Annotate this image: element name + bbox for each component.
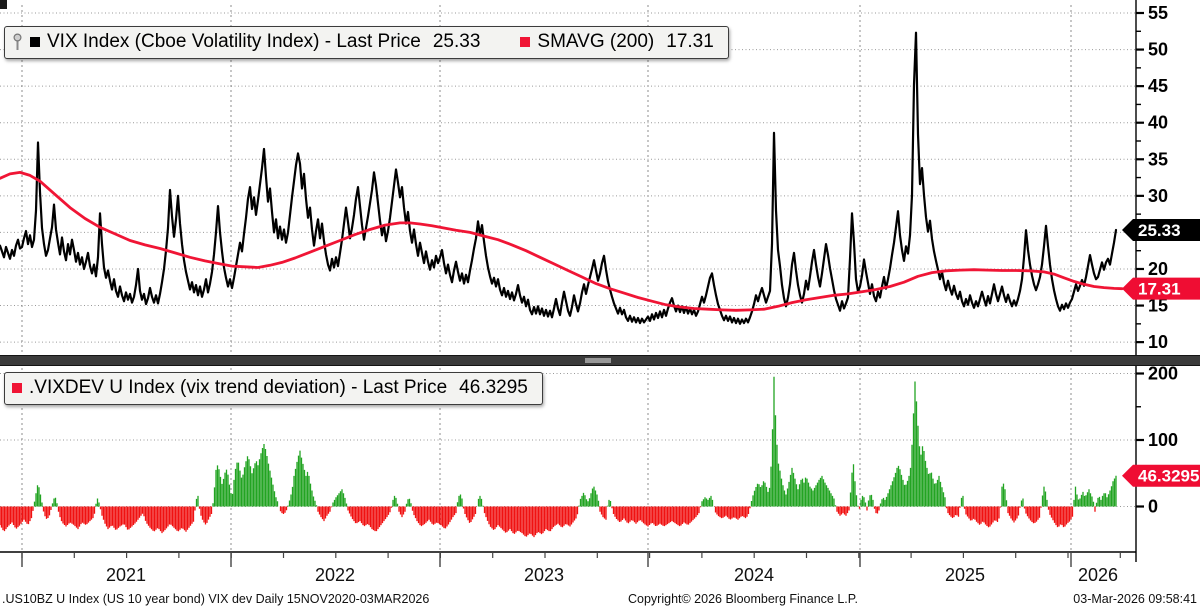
- smavg-legend-label: SMAVG (200): [537, 31, 655, 52]
- y-axis-tick-label: 35: [1148, 149, 1168, 169]
- price-tag-17.31: 17.31: [1122, 277, 1200, 300]
- vix-legend-label: VIX Index (Cboe Volatility Index) - Last…: [47, 31, 421, 52]
- footer-security-info: .US10BZ U Index (US 10 year bond) VIX de…: [2, 592, 430, 606]
- y-axis-tick-label: 200: [1148, 364, 1178, 384]
- chart-canvas[interactable]: 1015202530354045505501002002021202220232…: [0, 0, 1200, 608]
- legend-vix-panel[interactable]: VIX Index (Cboe Volatility Index) - Last…: [4, 26, 729, 59]
- price-tag-value: 46.3295: [1138, 467, 1199, 486]
- y-axis-tick-label: 100: [1148, 430, 1178, 450]
- price-tag-25.33: 25.33: [1122, 219, 1200, 242]
- x-axis-year-label: 2026: [1078, 565, 1118, 585]
- x-axis-year-label: 2021: [106, 565, 146, 585]
- corner-mark: [0, 0, 7, 9]
- y-axis-tick-label: 10: [1148, 332, 1168, 352]
- y-axis-tick-label: 55: [1148, 3, 1168, 23]
- y-axis-tick-label: 0: [1148, 497, 1158, 517]
- y-axis-tick-label: 45: [1148, 76, 1168, 96]
- y-axis-tick-label: 50: [1148, 40, 1168, 60]
- vixdev-last-price: 46.3295: [459, 377, 528, 398]
- price-tag-46.3295: 46.3295: [1122, 464, 1200, 487]
- divider-grip-handle[interactable]: [585, 358, 611, 363]
- vix-series-marker: [30, 37, 40, 47]
- y-axis-tick-label: 40: [1148, 113, 1168, 133]
- price-tag-value: 25.33: [1138, 221, 1181, 240]
- vixdev-series-marker: [12, 383, 22, 393]
- x-axis-year-label: 2022: [315, 565, 355, 585]
- footer-timestamp: 03-Mar-2026 09:58:41: [1073, 592, 1197, 606]
- footer-copyright: Copyright© 2026 Bloomberg Finance L.P.: [628, 592, 858, 606]
- y-axis-tick-label: 30: [1148, 186, 1168, 206]
- gridlines: [0, 5, 1136, 551]
- vix-last-price: 25.33: [432, 31, 481, 52]
- legend-vixdev-panel[interactable]: .VIXDEV U Index (vix trend deviation) - …: [4, 372, 543, 405]
- x-axis: 2021 2022 2023 2024 2025 2026: [0, 551, 1136, 585]
- panel-divider[interactable]: [0, 355, 1200, 366]
- y-axis-tick-label: 20: [1148, 259, 1168, 279]
- vixdev-legend-label: .VIXDEV U Index (vix trend deviation) - …: [29, 377, 448, 398]
- x-axis-year-label: 2023: [524, 565, 564, 585]
- smavg-value: 17.31: [666, 31, 714, 52]
- vix-line-series: [0, 31, 1124, 325]
- x-axis-year-label: 2025: [945, 565, 985, 585]
- smavg-series-marker: [520, 37, 531, 47]
- chart-window: 1015202530354045505501002002021202220232…: [0, 0, 1200, 608]
- pin-icon[interactable]: [12, 32, 23, 52]
- price-tag-value: 17.31: [1138, 280, 1181, 299]
- x-axis-year-label: 2024: [734, 565, 774, 585]
- pin-icon-glyph: [13, 32, 22, 50]
